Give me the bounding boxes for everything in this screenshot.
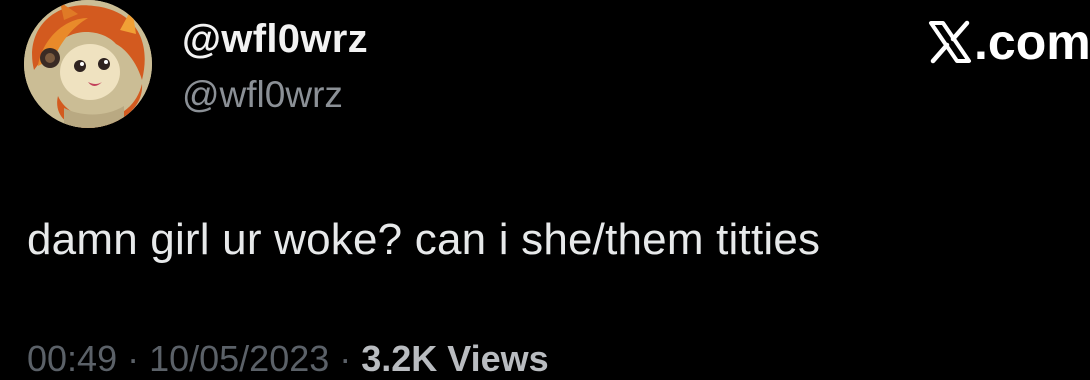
avatar[interactable] [24, 0, 152, 128]
tweet-meta: 00:49 · 10/05/2023 · 3.2K Views [27, 338, 549, 380]
view-count: 3.2K Views [361, 338, 549, 379]
display-name[interactable]: @wfl0wrz [182, 17, 368, 62]
avatar-illustration [24, 0, 152, 128]
tweet-text: damn girl ur woke? can i she/them tittie… [27, 215, 821, 264]
tweet-card: @wfl0wrz @wfl0wrz .com damn girl ur woke… [0, 0, 1090, 379]
x-logo-icon [929, 20, 971, 64]
brand-watermark: .com [928, 14, 1090, 70]
brand-domain: .com [974, 14, 1090, 70]
tweet-timestamp[interactable]: 00:49 · 10/05/2023 · [27, 338, 361, 379]
user-handle[interactable]: @wfl0wrz [182, 74, 343, 116]
